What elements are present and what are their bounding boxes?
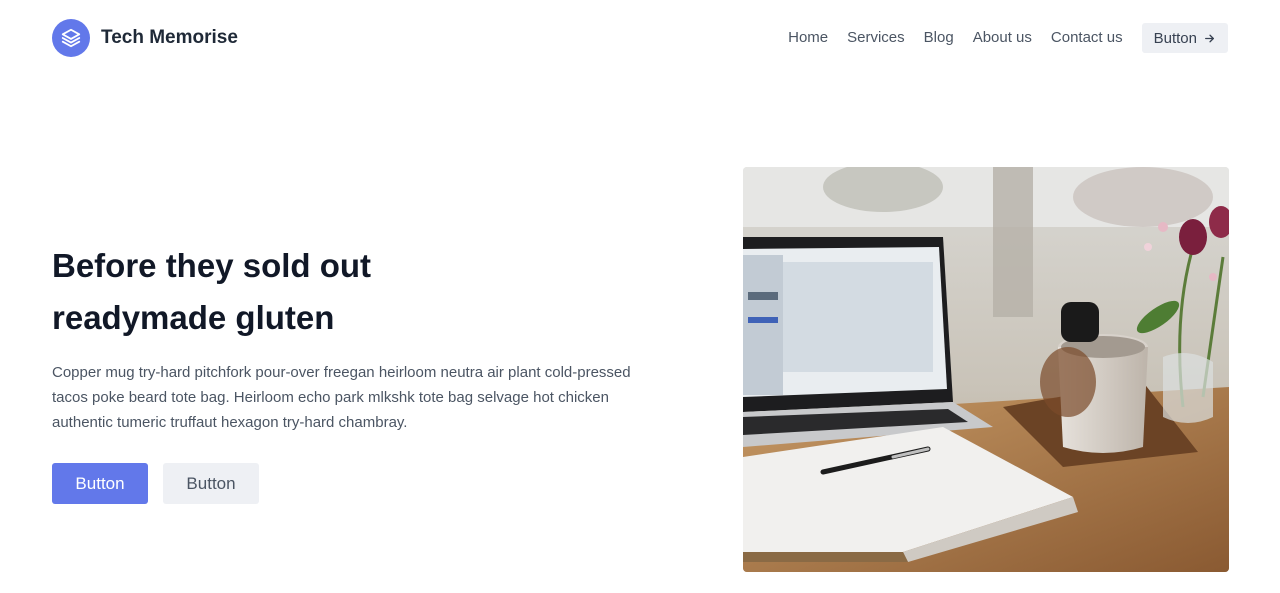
nav-button-label: Button — [1153, 29, 1197, 47]
hero-actions: Button Button — [52, 463, 662, 504]
nav-contact-us[interactable]: Contact us — [1051, 23, 1123, 53]
main-nav: Home Services Blog About us Contact us B… — [788, 23, 1228, 53]
nav-about-us[interactable]: About us — [973, 23, 1032, 53]
hero-text: Before they sold out readymade gluten Co… — [52, 240, 662, 504]
hero-title-line2: readymade gluten — [52, 299, 335, 336]
hero-image — [743, 167, 1229, 572]
hero-title: Before they sold out readymade gluten — [52, 240, 662, 344]
arrow-right-icon — [1205, 34, 1214, 42]
nav-home[interactable]: Home — [788, 23, 828, 53]
nav-button[interactable]: Button — [1141, 23, 1228, 53]
site-header: Tech Memorise Home Services Blog About u… — [0, 0, 1280, 78]
layers-icon — [52, 19, 90, 57]
hero-description: Copper mug try-hard pitchfork pour-over … — [52, 364, 631, 431]
primary-button[interactable]: Button — [52, 463, 148, 504]
hero-title-line1: Before they sold out — [52, 247, 372, 284]
brand[interactable]: Tech Memorise — [52, 19, 238, 57]
secondary-button[interactable]: Button — [163, 463, 259, 504]
nav-blog[interactable]: Blog — [924, 23, 954, 53]
brand-name: Tech Memorise — [101, 27, 238, 48]
nav-services[interactable]: Services — [847, 23, 905, 53]
